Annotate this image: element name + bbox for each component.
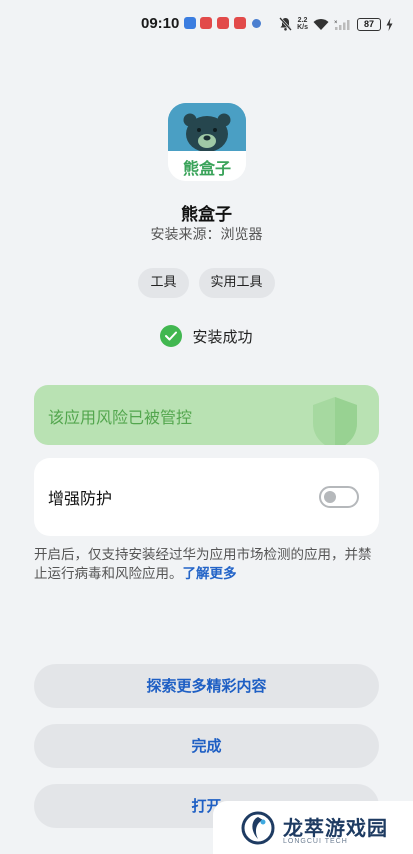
wifi-icon [313, 18, 329, 30]
install-source: 安装来源：浏览器 [150, 227, 263, 243]
enhanced-protection-card: 增强防护 [34, 458, 379, 536]
notification-icon-red-2 [217, 17, 229, 29]
risk-banner: 该应用风险已被管控 [34, 385, 379, 445]
charging-icon [386, 17, 393, 31]
status-right-icons: 2.2 K/s × 87 [279, 15, 393, 33]
notification-icon-blue [184, 17, 196, 29]
risk-text: 该应用风险已被管控 [48, 408, 193, 427]
svg-text:×: × [334, 20, 338, 26]
mute-icon [279, 17, 293, 31]
notification-icon-red-1 [200, 17, 212, 29]
notification-icon-red-3 [234, 17, 246, 29]
toggle-knob [324, 491, 336, 503]
enhanced-protection-label: 增强防护 [48, 489, 113, 508]
status-bar: 09:10 2.2 K/s × 87 [0, 0, 413, 48]
tag-list: 工具 实用工具 [0, 268, 413, 298]
install-success: 安装成功 [0, 325, 413, 347]
net-speed-unit: K/s [297, 24, 308, 31]
watermark-title: 龙萃游戏园 [283, 816, 388, 840]
notification-icon-small [252, 19, 261, 28]
watermark-subtitle: LONGCUI TECH [283, 838, 348, 845]
status-time: 09:10 [141, 15, 180, 32]
battery-indicator: 87 [357, 17, 381, 31]
tag-utility-tools[interactable]: 实用工具 [198, 268, 275, 298]
protection-description: 开启后，仅支持安装经过华为应用市场检测的应用，并禁止运行病毒和风险应用。了解更多 [34, 546, 379, 584]
done-button[interactable]: 完成 [34, 724, 379, 768]
enhanced-protection-toggle[interactable] [319, 486, 359, 508]
app-icon-caption: 熊盒子 [183, 159, 231, 178]
learn-more-link[interactable]: 了解更多 [183, 566, 237, 582]
success-text: 安装成功 [192, 327, 253, 346]
signal-icon: × [334, 19, 350, 30]
watermark-logo-icon [241, 811, 275, 845]
explore-more-button[interactable]: 探索更多精彩内容 [34, 664, 379, 708]
app-icon: 熊盒子 [168, 103, 246, 181]
tag-tools[interactable]: 工具 [138, 268, 189, 298]
app-name: 熊盒子 [181, 205, 232, 225]
bear-logo-icon: 熊盒子 [168, 103, 246, 181]
shield-icon [313, 397, 357, 445]
watermark: 龙萃游戏园 LONGCUI TECH [213, 801, 413, 854]
success-check-icon [160, 325, 183, 347]
net-speed: 2.2 K/s [297, 17, 308, 31]
net-speed-value: 2.2 [297, 17, 308, 24]
